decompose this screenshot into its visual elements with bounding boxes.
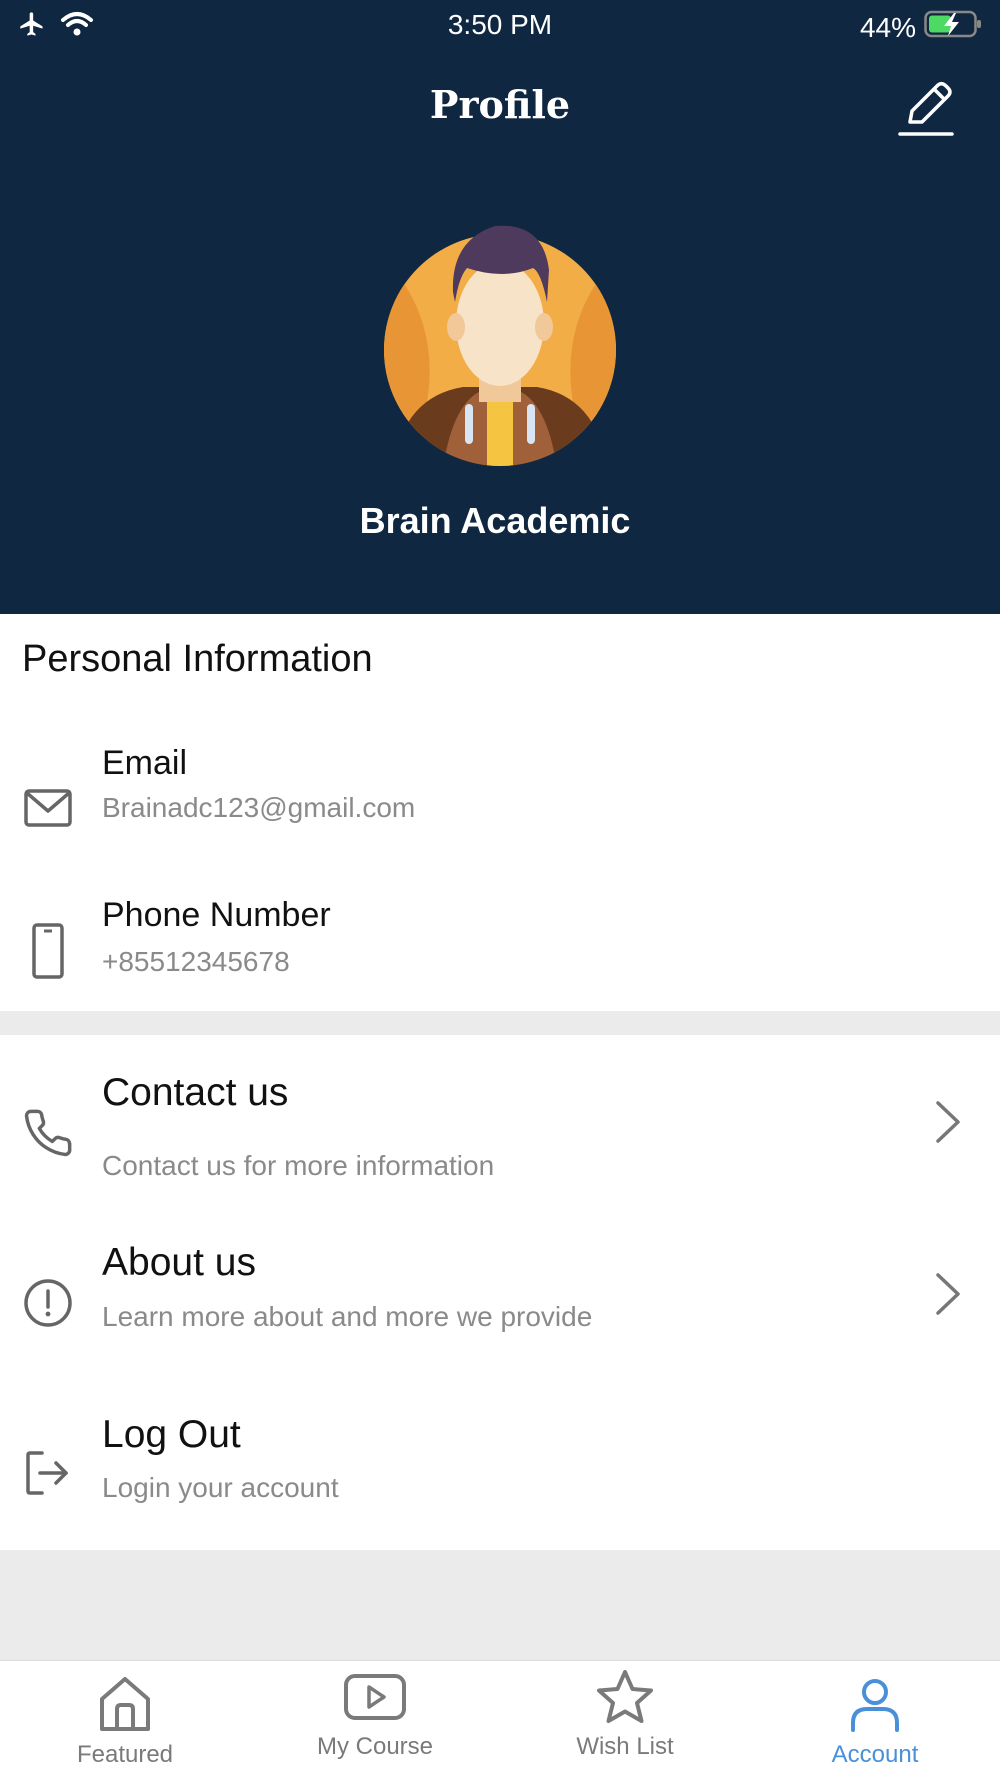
tab-label: Wish List <box>576 1733 674 1760</box>
logout-icon <box>22 1447 74 1499</box>
play-icon <box>250 1673 500 1721</box>
tab-featured[interactable]: Featured <box>0 1661 250 1778</box>
personal-info-card: Personal Information Email Brainadc123@g… <box>0 614 1000 1011</box>
tab-label: My Course <box>316 1733 434 1760</box>
tab-my-course[interactable]: My Course <box>250 1661 500 1778</box>
email-row[interactable]: Email Brainadc123@gmail.com <box>0 732 1000 872</box>
menu-card: Contact us Contact us for more informati… <box>0 1035 1000 1550</box>
battery-charging-icon <box>924 9 984 46</box>
avatar[interactable] <box>383 222 617 468</box>
tab-account[interactable]: Account <box>750 1661 1000 1778</box>
status-bar: 3:50 PM 44% <box>0 0 1000 52</box>
star-icon <box>500 1669 750 1725</box>
tab-wish-list[interactable]: Wish List <box>500 1661 750 1778</box>
battery-percent: 44% <box>859 11 916 43</box>
phone-value: +85512345678 <box>102 946 290 977</box>
menu-title: About us <box>102 1241 256 1284</box>
user-icon <box>750 1677 1000 1733</box>
menu-item-contact-us[interactable]: Contact us Contact us for more informati… <box>0 1035 1000 1205</box>
email-label: Email <box>102 744 188 782</box>
edit-profile-button[interactable] <box>896 78 956 140</box>
phone-row[interactable]: Phone Number +85512345678 <box>0 876 1000 1011</box>
menu-subtitle: Contact us for more information <box>102 1150 495 1181</box>
menu-item-log-out[interactable]: Log Out Login your account <box>0 1379 1000 1549</box>
info-icon <box>22 1277 74 1329</box>
page-title: Profile <box>429 82 571 127</box>
home-icon <box>0 1675 250 1733</box>
menu-item-about-us[interactable]: About us Learn more about and more we pr… <box>0 1207 1000 1377</box>
chevron-right-icon <box>930 1269 964 1319</box>
profile-header: 3:50 PM 44% Profile Brain Academic <box>0 0 1000 614</box>
menu-subtitle: Learn more about and more we provide <box>102 1301 593 1332</box>
menu-subtitle: Login your account <box>102 1472 339 1503</box>
tab-label: Featured <box>76 1741 174 1768</box>
profile-name: Brain Academic <box>359 500 631 541</box>
email-value: Brainadc123@gmail.com <box>102 792 416 823</box>
tab-bar: Featured My Course Wish List Account <box>0 1660 1000 1778</box>
menu-title: Log Out <box>102 1413 241 1456</box>
chevron-right-icon <box>930 1097 964 1147</box>
section-title: Personal Information <box>22 638 373 680</box>
status-time: 3:50 PM <box>447 9 553 40</box>
mail-icon <box>22 782 74 834</box>
smartphone-icon <box>22 922 74 982</box>
pencil-icon <box>896 81 956 144</box>
phone-label: Phone Number <box>102 896 331 934</box>
phone-icon <box>22 1107 74 1159</box>
status-right: 44% <box>860 9 984 46</box>
menu-title: Contact us <box>102 1071 289 1114</box>
tab-label: Account <box>831 1741 919 1768</box>
